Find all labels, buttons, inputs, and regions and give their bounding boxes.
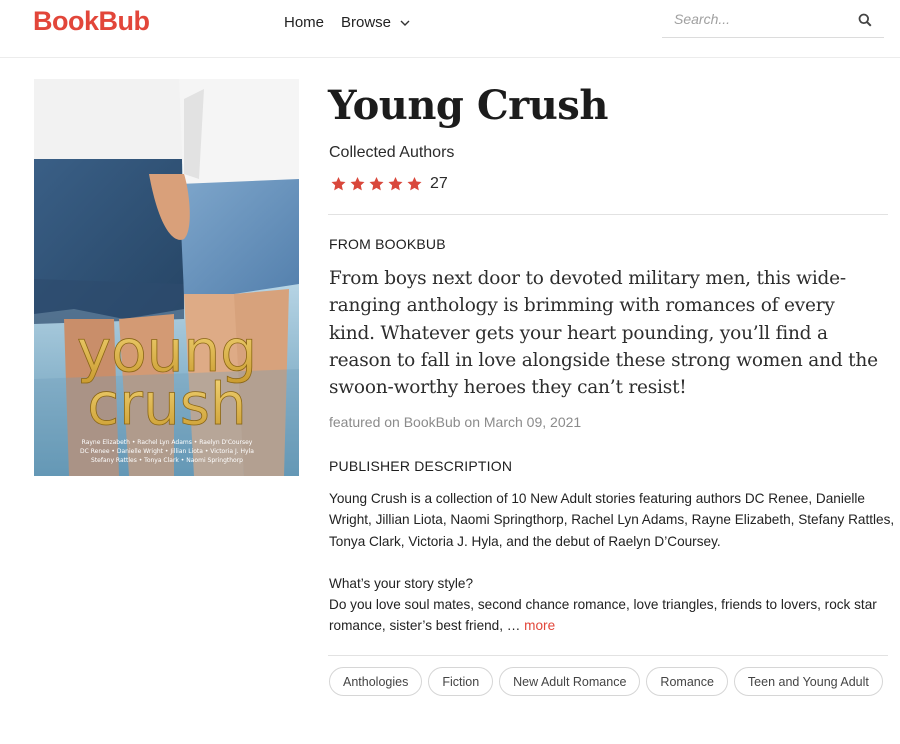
divider [328,214,888,215]
divider [328,655,888,656]
description-text: Do you love soul mates, second chance ro… [329,597,877,634]
cover-authors-line2: DC Renee • Danielle Wright • Jillian Lio… [80,448,254,455]
cover-title-line2: crush [87,370,246,438]
site-header: BookBub Home Browse [0,0,900,58]
book-title: Young Crush [328,82,608,129]
description-paragraph: Do you love soul mates, second chance ro… [329,594,899,637]
star-icon [331,177,346,191]
from-bookbub-heading: FROM BOOKBUB [329,236,446,252]
nav-browse-label: Browse [341,14,392,31]
star-icon [388,177,403,191]
description-paragraph: Young Crush is a collection of 10 New Ad… [329,491,895,549]
publisher-description: Young Crush is a collection of 10 New Ad… [329,488,899,637]
star-rating: 27 [330,175,448,193]
rating-count: 27 [430,175,448,192]
tag-new-adult-romance[interactable]: New Adult Romance [499,667,641,696]
tag-anthologies[interactable]: Anthologies [329,667,423,696]
tag-teen-and-young-adult[interactable]: Teen and Young Adult [733,667,883,696]
cover-authors-line1: Rayne Elizabeth • Rachel Lyn Adams • Rae… [82,439,253,446]
nav-browse-menu[interactable]: Browse [341,14,411,31]
star-icon [369,177,384,191]
tag-romance[interactable]: Romance [646,667,728,696]
book-author[interactable]: Collected Authors [329,144,454,162]
tag-fiction[interactable]: Fiction [428,667,494,696]
bookbub-blurb: From boys next door to devoted military … [329,268,878,399]
search-icon[interactable] [858,13,872,27]
description-question: What’s your story style? [329,575,474,591]
book-cover-image: young crush Rayne Elizabeth • Rachel Lyn… [34,79,299,476]
chevron-down-icon [400,20,410,26]
bookbub-logo[interactable]: BookBub [33,6,150,37]
star-icon [350,177,365,191]
featured-date: featured on BookBub on March 09, 2021 [329,414,582,430]
genre-tags: Anthologies Fiction New Adult Romance Ro… [329,667,889,696]
search-input[interactable] [662,8,842,30]
search-bar [662,4,884,38]
cover-authors-line3: Stefany Rattles • Tonya Clark • Naomi Sp… [91,457,243,464]
publisher-description-heading: PUBLISHER DESCRIPTION [329,458,513,474]
star-icon [407,177,422,191]
nav-home-link[interactable]: Home [284,14,324,31]
more-link[interactable]: more [524,618,555,633]
